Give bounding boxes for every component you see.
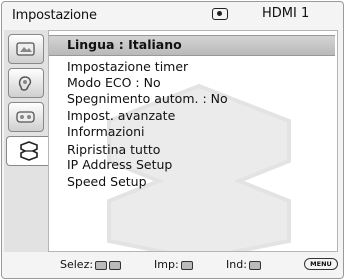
menu-item-ip-setup[interactable]: IP Address Setup <box>67 157 172 172</box>
menu-key-icon: MENU <box>304 258 338 270</box>
menu-item-auto-off[interactable]: Spegnimento autom. : No <box>67 91 228 106</box>
select-hint: Selez: <box>60 258 122 271</box>
menu-item-reset-all[interactable]: Ripristina tutto <box>67 142 160 157</box>
key-guide: Selez: Imp: Ind: MENU <box>4 254 340 274</box>
back-key-icon <box>248 260 261 270</box>
arrow-keys-icon <box>109 260 122 270</box>
audio-icon <box>18 76 32 91</box>
enter-hint: Imp: <box>154 258 193 271</box>
menu-title: Impostazione <box>12 8 97 23</box>
menu-item-info[interactable]: Informazioni <box>67 124 145 139</box>
category-sidebar <box>4 30 50 252</box>
menu-item-language[interactable]: Lingua : Italiano <box>49 35 335 56</box>
display-icon <box>16 111 35 123</box>
picture-icon <box>16 42 35 56</box>
menu-item-speed-setup[interactable]: Speed Setup <box>67 174 147 189</box>
input-source-icon <box>212 8 228 20</box>
settings-icon <box>19 141 38 161</box>
menu-item-advanced[interactable]: Impost. avanzate <box>67 108 175 123</box>
enter-key-icon <box>180 260 193 270</box>
tab-settings[interactable] <box>6 136 50 166</box>
tab-picture[interactable] <box>8 34 44 64</box>
arrow-keys-icon <box>95 260 108 270</box>
tab-display[interactable] <box>8 102 44 132</box>
menu-item-eco-mode[interactable]: Modo ECO : No <box>67 75 161 90</box>
menu-item-timer[interactable]: Impostazione timer <box>67 59 188 74</box>
back-hint: Ind: <box>226 258 261 271</box>
menu-header: Impostazione HDMI 1 <box>2 3 339 25</box>
tab-audio[interactable] <box>8 68 44 98</box>
menu-list-panel: Lingua : Italiano Impostazione timer Mod… <box>48 30 338 252</box>
input-source-label: HDMI 1 <box>262 6 310 21</box>
